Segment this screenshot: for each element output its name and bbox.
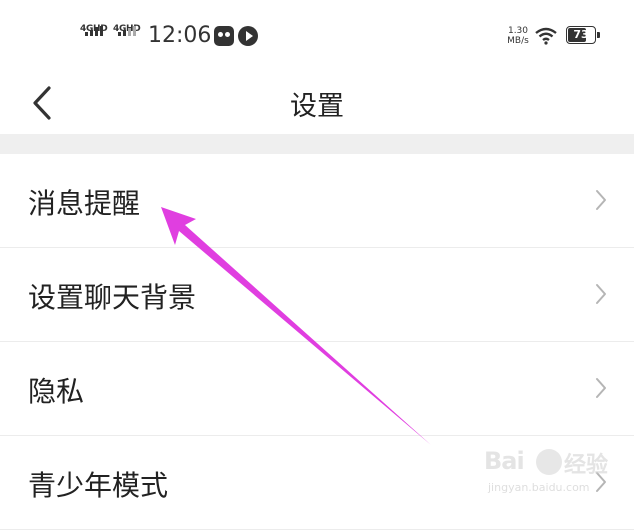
wifi-icon (535, 27, 557, 45)
settings-item-label: 设置聊天背景 (28, 281, 197, 314)
settings-item-message-reminder[interactable]: 消息提醒 (0, 154, 634, 248)
cat-app-icon (214, 26, 234, 46)
settings-item-label: 隐私 (28, 375, 85, 408)
battery-percent: 73 (573, 28, 589, 41)
settings-item-label: 消息提醒 (28, 187, 141, 220)
play-app-icon (238, 26, 258, 46)
chevron-right-icon (596, 378, 606, 398)
watermark-brand: Bai (484, 447, 525, 475)
watermark-brand-cn: 经验 (564, 453, 609, 478)
signal-indicator-1: 4GHD (80, 24, 108, 46)
chevron-right-icon (596, 284, 606, 304)
signal-indicator-2: 4GHD (113, 24, 141, 46)
section-divider (0, 134, 634, 154)
watermark-url: jingyan.baidu.com (488, 481, 590, 494)
nav-bar: 设置 (0, 70, 634, 134)
settings-item-privacy[interactable]: 隐私 (0, 342, 634, 436)
network-speed-unit: MB/s (507, 36, 529, 46)
paw-logo-icon (536, 449, 562, 475)
network-speed-value: 1.30 (507, 26, 529, 36)
network-speed: 1.30 MB/s (505, 26, 531, 46)
status-time: 12:06 (148, 23, 212, 48)
settings-item-chat-background[interactable]: 设置聊天背景 (0, 248, 634, 342)
status-bar: 4GHD 4GHD 12:06 1.30 MB/s 73 (0, 0, 634, 70)
settings-item-label: 青少年模式 (28, 469, 169, 502)
chevron-right-icon (596, 190, 606, 210)
baidu-watermark: Bai 经验 jingyan.baidu.com (484, 443, 634, 511)
page-title: 设置 (290, 91, 344, 122)
battery-icon: 73 (566, 26, 600, 44)
